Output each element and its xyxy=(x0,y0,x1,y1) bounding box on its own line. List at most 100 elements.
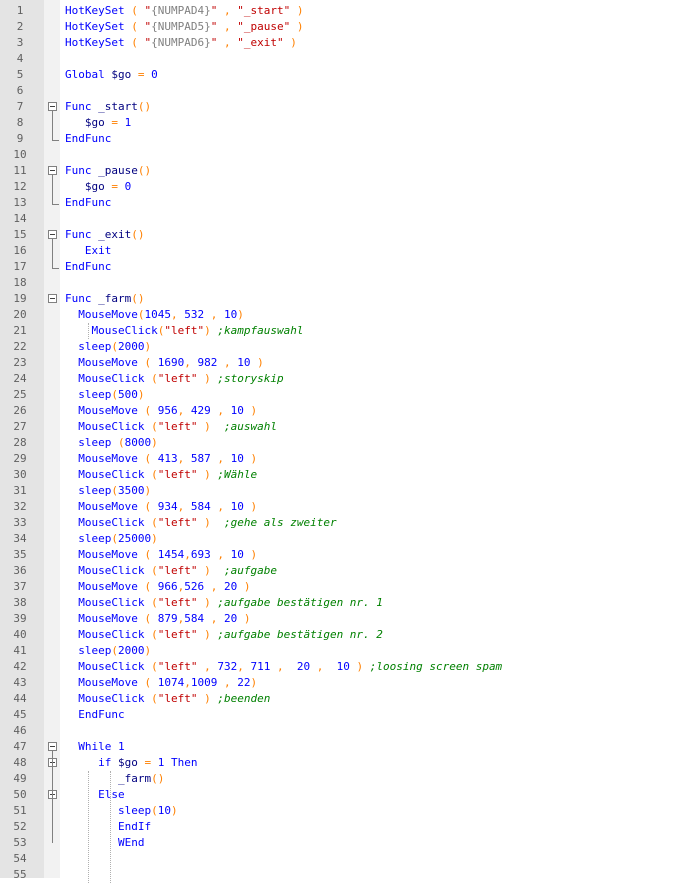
code-line[interactable]: 4 xyxy=(0,51,682,67)
code-token: "left" xyxy=(157,692,198,705)
code-token: ) xyxy=(250,356,264,369)
line-number: 36 xyxy=(13,564,27,577)
line-number: 44 xyxy=(13,692,27,705)
code-token: ) xyxy=(237,612,251,625)
code-line[interactable]: 41 sleep(2000) xyxy=(0,643,682,659)
code-token: ( xyxy=(144,660,158,673)
indent-guide xyxy=(88,323,89,339)
code-line[interactable]: 10 xyxy=(0,147,682,163)
fold-toggle-icon[interactable] xyxy=(48,294,57,303)
code-line[interactable]: 9 EndFunc xyxy=(0,131,682,147)
code-token: $go xyxy=(104,68,138,81)
code-line[interactable]: 45 EndFunc xyxy=(0,707,682,723)
code-line[interactable]: 23 MouseMove ( 1690, 982 , 10 ) xyxy=(0,355,682,371)
code-line[interactable]: 12 $go = 0 xyxy=(0,179,682,195)
code-token: ;Wähle xyxy=(210,468,258,481)
line-number: 20 xyxy=(13,308,27,321)
code-line[interactable]: 35 MouseMove ( 1454,693 , 10 ) xyxy=(0,547,682,563)
code-line[interactable]: 36 MouseClick ("left" ) ;aufgabe xyxy=(0,563,682,579)
code-line[interactable]: 16 Exit xyxy=(0,243,682,259)
code-line[interactable]: 52 EndIf xyxy=(0,819,682,835)
line-number: 32 xyxy=(13,500,27,513)
code-token: , xyxy=(204,580,224,593)
code-line[interactable]: 7 Func _start() xyxy=(0,99,682,115)
fold-toggle-icon[interactable] xyxy=(48,742,57,751)
code-line[interactable]: 33 MouseClick ("left" ) ;gehe als zweite… xyxy=(0,515,682,531)
code-token: MouseMove xyxy=(65,548,138,561)
code-line[interactable]: 27 MouseClick ("left" ) ;auswahl xyxy=(0,419,682,435)
code-token: () xyxy=(137,100,152,113)
code-line[interactable]: 38 MouseClick ("left" ) ;aufgabe bestäti… xyxy=(0,595,682,611)
code-token: ;loosing screen spam xyxy=(363,660,503,673)
code-line[interactable]: 34 sleep(25000) xyxy=(0,531,682,547)
code-line[interactable]: 22 sleep(2000) xyxy=(0,339,682,355)
code-line[interactable]: 31 sleep(3500) xyxy=(0,483,682,499)
code-line[interactable]: 37 MouseMove ( 966,526 , 20 ) xyxy=(0,579,682,595)
code-token: ( xyxy=(137,612,158,625)
code-token: ) xyxy=(144,644,152,657)
code-line[interactable]: 25 sleep(500) xyxy=(0,387,682,403)
code-line[interactable]: 8 $go = 1 xyxy=(0,115,682,131)
code-line[interactable]: 44 MouseClick ("left" ) ;beenden xyxy=(0,691,682,707)
code-line[interactable]: 46 xyxy=(0,723,682,739)
code-editor[interactable]: 1 HotKeySet ( "{NUMPAD4}" , "_start" ) 2 Ho… xyxy=(0,0,682,883)
code-token: ) xyxy=(197,420,211,433)
code-line[interactable]: 32 MouseMove ( 934, 584 , 10 ) xyxy=(0,499,682,515)
code-line[interactable]: 18 xyxy=(0,275,682,291)
fold-end-marker xyxy=(52,259,59,269)
code-token: ) xyxy=(243,452,258,465)
code-line[interactable]: 48 if $go = 1 Then xyxy=(0,755,682,771)
code-token: , xyxy=(210,548,231,561)
code-line[interactable]: 51 sleep(10) xyxy=(0,803,682,819)
code-line[interactable]: 47 While 1 xyxy=(0,739,682,755)
code-line[interactable]: 5 Global $go = 0 xyxy=(0,67,682,83)
code-token: 10 xyxy=(230,548,244,561)
code-line[interactable]: 19 Func _farm() xyxy=(0,291,682,307)
code-line[interactable]: 6 xyxy=(0,83,682,99)
code-line[interactable]: 39 MouseMove ( 879,584 , 20 ) xyxy=(0,611,682,627)
line-number: 33 xyxy=(13,516,27,529)
line-number: 39 xyxy=(13,612,27,625)
code-line[interactable]: 14 xyxy=(0,211,682,227)
code-line[interactable]: 11 Func _pause() xyxy=(0,163,682,179)
fold-toggle-icon[interactable] xyxy=(48,166,57,175)
code-line[interactable]: 30 MouseClick ("left" ) ;Wähle xyxy=(0,467,682,483)
code-line[interactable]: 20 MouseMove(1045, 532 , 10) xyxy=(0,307,682,323)
code-line[interactable]: 15 Func _exit() xyxy=(0,227,682,243)
code-token: ;kampfauswahl xyxy=(210,324,304,337)
code-line[interactable]: 54 xyxy=(0,851,682,867)
code-line[interactable]: 53 WEnd xyxy=(0,835,682,851)
code-line[interactable]: 2 HotKeySet ( "{NUMPAD5}" , "_pause" ) xyxy=(0,19,682,35)
line-number: 34 xyxy=(13,532,27,545)
line-number: 46 xyxy=(13,724,27,737)
line-number: 38 xyxy=(13,596,27,609)
line-number: 26 xyxy=(13,404,27,417)
line-number: 15 xyxy=(13,228,27,241)
code-line[interactable]: 3 HotKeySet ( "{NUMPAD6}" , "_exit" ) xyxy=(0,35,682,51)
code-line[interactable]: 17 EndFunc xyxy=(0,259,682,275)
code-token: 732 xyxy=(217,660,238,673)
code-line[interactable]: 50 Else xyxy=(0,787,682,803)
code-token: sleep xyxy=(65,644,112,657)
fold-toggle-icon[interactable] xyxy=(48,230,57,239)
code-line[interactable]: 1 HotKeySet ( "{NUMPAD4}" , "_start" ) xyxy=(0,3,682,19)
code-line[interactable]: 26 MouseMove ( 956, 429 , 10 ) xyxy=(0,403,682,419)
code-line[interactable]: 40 MouseClick ("left" ) ;aufgabe bestäti… xyxy=(0,627,682,643)
code-line[interactable]: 21 MouseClick("left") ;kampfauswahl xyxy=(0,323,682,339)
code-line[interactable]: 24 MouseClick ("left" ) ;storyskip xyxy=(0,371,682,387)
code-line[interactable]: 29 MouseMove ( 413, 587 , 10 ) xyxy=(0,451,682,467)
code-text: WEnd xyxy=(65,835,145,851)
code-text: HotKeySet ( "{NUMPAD4}" , "_start" ) xyxy=(65,3,303,19)
code-token: 934 xyxy=(157,500,178,513)
fold-toggle-icon[interactable] xyxy=(48,102,57,111)
code-token: EndFunc xyxy=(65,132,112,145)
code-line[interactable]: 55 xyxy=(0,867,682,883)
code-line[interactable]: 13 EndFunc xyxy=(0,195,682,211)
code-token: ) xyxy=(197,596,211,609)
code-token: "left" xyxy=(157,628,198,641)
code-line[interactable]: 49 _farm() xyxy=(0,771,682,787)
code-line[interactable]: 42 MouseClick ("left" , 732, 711 , 20 , … xyxy=(0,659,682,675)
code-line[interactable]: 43 MouseMove ( 1074,1009 , 22) xyxy=(0,675,682,691)
code-line[interactable]: 28 sleep (8000) xyxy=(0,435,682,451)
code-token: 584 xyxy=(190,500,211,513)
